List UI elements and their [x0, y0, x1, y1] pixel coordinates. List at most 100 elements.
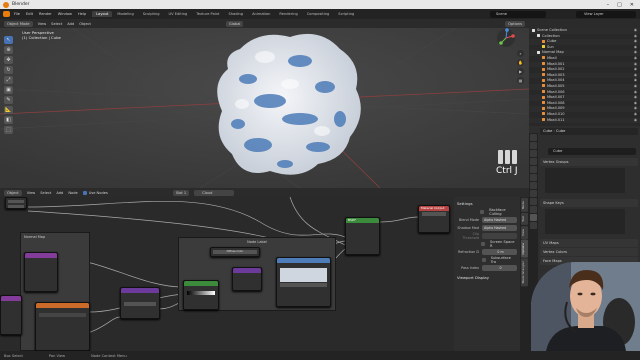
shape-keys-panel[interactable]: Shape Keys [540, 199, 638, 207]
node-texture-coordinate[interactable] [24, 252, 58, 292]
outliner-row[interactable]: Mball.011 ◉ [529, 117, 640, 124]
tool-props-tab-icon[interactable] [530, 134, 537, 141]
scale-tool-icon[interactable]: ⤢ [4, 76, 13, 84]
menu-file[interactable]: File [14, 12, 20, 16]
material-selector[interactable]: Cloud [194, 189, 235, 196]
tab-modeling[interactable]: Modeling [113, 11, 137, 17]
render-props-tab-icon[interactable] [530, 142, 537, 149]
slot-dropdown[interactable]: Slot 1 [172, 189, 190, 196]
object-mode-dropdown[interactable]: Object Mode [4, 20, 33, 27]
editor-type-dropdown[interactable]: Object [4, 189, 22, 196]
menu-edit[interactable]: Edit [26, 12, 33, 16]
node-add-menu[interactable]: Add [56, 191, 63, 195]
cloud-object[interactable] [217, 33, 361, 175]
use-nodes-toggle[interactable]: Use Nodes [82, 190, 108, 195]
3d-viewport[interactable] [0, 19, 529, 188]
tab-view[interactable]: View [521, 225, 528, 239]
mesh-name-field[interactable]: Cube [548, 148, 636, 155]
add-cube-tool-icon[interactable]: ◧ [4, 116, 13, 124]
node-node-menu[interactable]: Node [68, 191, 77, 195]
view-layer-selector[interactable]: View Layer [576, 10, 636, 18]
node-view-menu[interactable]: View [27, 191, 36, 195]
cursor-tool-icon[interactable]: ⊕ [4, 46, 13, 54]
backface-culling-checkbox[interactable] [480, 210, 485, 214]
tab-sculpting[interactable]: Sculpting [139, 11, 164, 17]
tab-shading[interactable]: Shading [224, 11, 247, 17]
settings-panel-title[interactable]: Settings [457, 200, 517, 208]
tab-node[interactable]: Node [521, 198, 528, 212]
particles-props-tab-icon[interactable] [530, 198, 537, 205]
node-select-menu[interactable]: Select [40, 191, 51, 195]
view-layer-props-tab-icon[interactable] [530, 158, 537, 165]
tab-scripting[interactable]: Scripting [334, 11, 358, 17]
node-editor-canvas[interactable]: Normal Map Node Label Diffuse Color BSDF… [0, 197, 454, 351]
shadow-mode-dropdown[interactable]: Alpha Hashed [482, 225, 517, 231]
tab-rendering[interactable]: Rendering [275, 11, 301, 17]
maximize-button[interactable]: □ [617, 2, 622, 8]
scene-props-tab-icon[interactable] [530, 166, 537, 173]
annotate-tool-icon[interactable]: ✎ [4, 96, 13, 104]
add-menu[interactable]: Add [67, 22, 74, 26]
node-vector-math[interactable] [232, 267, 262, 291]
uv-maps-panel[interactable]: UV Maps [540, 239, 638, 247]
backface-culling-row[interactable]: Backface Culling [457, 208, 517, 216]
blend-mode-dropdown[interactable]: Alpha Hashed [482, 217, 517, 223]
orientation-dropdown[interactable]: Global [225, 20, 244, 27]
viewport-display-panel[interactable]: Viewport Display [457, 274, 517, 282]
vertex-colors-panel[interactable]: Vertex Colors [540, 248, 638, 256]
blender-menu-icon[interactable] [3, 11, 10, 17]
navigation-gizmo-icon[interactable] [496, 28, 516, 48]
tab-tool[interactable]: Tool [521, 212, 528, 225]
node-texture-preview[interactable] [276, 257, 331, 307]
physics-props-tab-icon[interactable] [530, 206, 537, 213]
ortho-toggle-icon[interactable]: ▦ [517, 77, 524, 84]
tab-options[interactable]: Options [521, 239, 528, 258]
menu-window[interactable]: Window [58, 12, 72, 16]
transform-tool-icon[interactable]: ▣ [4, 86, 13, 94]
output-props-tab-icon[interactable] [530, 150, 537, 157]
camera-view-icon[interactable]: ▶ [517, 68, 524, 75]
screen-space-refraction-row[interactable]: Screen Space R [457, 240, 517, 248]
view-menu[interactable]: View [38, 22, 47, 26]
pass-index-field[interactable]: 0 [482, 265, 517, 271]
menu-render[interactable]: Render [39, 12, 52, 16]
node-material-output[interactable]: Material Output [418, 205, 450, 233]
select-menu[interactable]: Select [51, 22, 62, 26]
use-nodes-checkbox[interactable] [82, 190, 87, 195]
move-tool-icon[interactable]: ✥ [4, 56, 13, 64]
node-left-edge[interactable] [0, 295, 22, 335]
node-image-texture[interactable] [35, 302, 90, 351]
vertex-groups-panel[interactable]: Vertex Groups [540, 158, 638, 166]
shape-keys-list[interactable] [545, 209, 625, 234]
minimize-button[interactable]: – [607, 2, 610, 8]
clip-threshold-field[interactable] [482, 233, 517, 239]
close-button[interactable]: ✕ [630, 2, 634, 8]
tab-layout[interactable]: Layout [92, 11, 113, 17]
subsurface-translucency-checkbox[interactable] [481, 258, 486, 262]
rotate-tool-icon[interactable]: ↻ [4, 66, 13, 74]
tab-texture-paint[interactable]: Texture Paint [192, 11, 223, 17]
measure-tool-icon[interactable]: 📐 [4, 106, 13, 114]
node-principled-bsdf[interactable]: BSDF [345, 217, 380, 255]
tab-node-wrangler[interactable]: Node Wrangler [521, 258, 528, 287]
object-menu[interactable]: Object [79, 22, 91, 26]
tab-compositing[interactable]: Compositing [303, 11, 334, 17]
refraction-depth-field[interactable]: 0 m [482, 249, 517, 255]
screen-space-refraction-checkbox[interactable] [481, 242, 485, 246]
options-dropdown[interactable]: Options [505, 20, 525, 27]
node-diffuse-label[interactable]: Diffuse Color [210, 247, 260, 257]
object-props-tab-icon[interactable] [530, 182, 537, 189]
pan-icon[interactable]: ✋ [517, 59, 524, 66]
node-mapping[interactable] [120, 287, 160, 319]
vertex-groups-list[interactable] [545, 168, 625, 193]
scene-selector[interactable]: Scene [490, 10, 546, 18]
diffuse-color-field[interactable]: Diffuse Color [213, 250, 257, 254]
extra-tool-icon[interactable]: ⬚ [4, 126, 13, 134]
node-top-left[interactable] [5, 197, 27, 209]
modifier-props-tab-icon[interactable] [530, 190, 537, 197]
tab-uv-editing[interactable]: UV Editing [165, 11, 192, 17]
visibility-eye-icon[interactable]: ◉ [634, 118, 637, 124]
tab-animation[interactable]: Animation [248, 11, 274, 17]
subsurface-translucency-row[interactable]: Subsurface Tra [457, 256, 517, 264]
node-color-ramp[interactable] [183, 280, 219, 310]
